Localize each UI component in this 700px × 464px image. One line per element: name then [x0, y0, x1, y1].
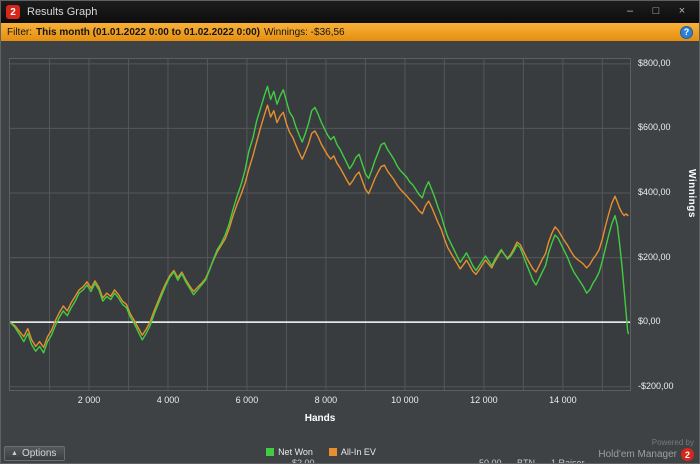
chart-plot-area [9, 58, 631, 391]
options-button-label: Options [21, 448, 57, 459]
status-fragment: 1 Raiser [551, 458, 585, 464]
chart-legend: Net Won All-In EV [1, 447, 641, 457]
legend-swatch-icon [328, 448, 337, 456]
x-tick-label: 14 000 [549, 395, 577, 405]
x-tick-label: 4 000 [156, 395, 180, 405]
series-line-all-in-ev [10, 104, 629, 349]
series-line-net-won [10, 85, 630, 354]
x-axis-title: Hands [304, 413, 336, 424]
close-button[interactable]: × [670, 4, 694, 20]
filter-bar: Filter: This month (01.01.2022 0:00 to 0… [1, 23, 699, 41]
y-axis-title: Winnings [686, 169, 697, 218]
x-tick-label: 10 000 [391, 395, 419, 405]
maximize-button[interactable]: □ [644, 4, 668, 20]
clipped-status-text: -$2,00 50,00 BTN 1 Raiser [1, 458, 699, 464]
brand-label: Hold'em Manager [598, 449, 677, 460]
minimize-button[interactable]: – [618, 4, 642, 20]
status-fragment: -$2,00 [289, 458, 315, 464]
x-axis-ticks: 2 000 4 000 6 000 8 000 10 000 12 000 14 000 [10, 395, 630, 407]
x-tick-label: 2 000 [77, 395, 101, 405]
legend-item: All-In EV [328, 447, 376, 457]
winnings-value: Winnings: -$36,56 [264, 26, 345, 38]
y-tick-label: $800,00 [638, 57, 671, 68]
powered-by-label: Powered by [651, 438, 694, 447]
y-tick-label: -$200,00 [638, 380, 674, 391]
x-tick-label: 12 000 [470, 395, 498, 405]
y-tick-label: $0,00 [638, 316, 661, 327]
legend-swatch-icon [266, 448, 275, 456]
results-chart [10, 59, 630, 390]
legend-item: Net Won [266, 447, 313, 457]
footer-branding: Powered by Hold'em Manager 2 [598, 438, 694, 461]
x-tick-label: 6 000 [235, 395, 259, 405]
window-title: Results Graph [27, 6, 98, 18]
options-button[interactable]: ▲ Options [4, 446, 66, 461]
x-tick-label: 8 000 [314, 395, 338, 405]
filter-value: This month (01.01.2022 0:00 to 01.02.202… [36, 26, 260, 38]
y-tick-label: $200,00 [638, 251, 671, 262]
y-axis-ticks: $800,00 $600,00 $400,00 $200,00 $0,00 -$200,0… [634, 58, 692, 391]
help-button[interactable]: ? [680, 25, 693, 39]
legend-label: All-In EV [340, 447, 376, 457]
hm2-logo-icon: 2 [6, 5, 20, 19]
hm2-footer-logo-icon: 2 [681, 448, 694, 461]
y-tick-label: $400,00 [638, 187, 671, 197]
window-controls: – □ × [618, 4, 694, 20]
chevron-up-icon: ▲ [11, 450, 18, 457]
results-graph-window: 2 Results Graph – □ × Filter: This month… [0, 0, 700, 464]
legend-label: Net Won [278, 447, 313, 457]
y-tick-label: $600,00 [638, 122, 671, 133]
status-fragment: BTN [517, 458, 535, 464]
filter-label: Filter: [7, 26, 32, 38]
status-fragment: 50,00 [479, 458, 502, 464]
title-bar: 2 Results Graph – □ × [1, 1, 699, 23]
